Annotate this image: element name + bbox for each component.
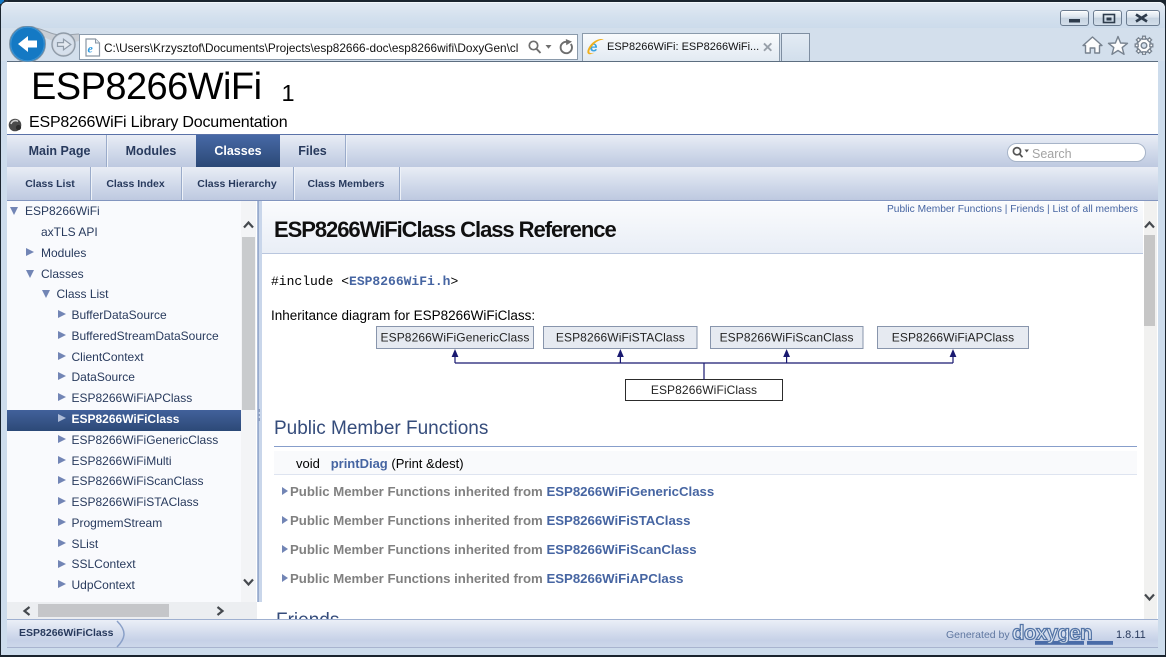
svg-text:ESP8266WiFiClass: ESP8266WiFiClass bbox=[651, 383, 757, 397]
svg-text:ESP8266WiFiSTAClass: ESP8266WiFiSTAClass bbox=[556, 331, 685, 345]
svg-text:ESP8266WiFiScanClass: ESP8266WiFiScanClass bbox=[720, 331, 854, 345]
svg-text:ESP8266WiFiAPClass: ESP8266WiFiAPClass bbox=[892, 331, 1015, 345]
svg-text:e: e bbox=[88, 42, 94, 56]
svg-text:doxygen: doxygen bbox=[1012, 622, 1092, 645]
svg-text:ESP8266WiFiGenericClass: ESP8266WiFiGenericClass bbox=[380, 331, 529, 345]
